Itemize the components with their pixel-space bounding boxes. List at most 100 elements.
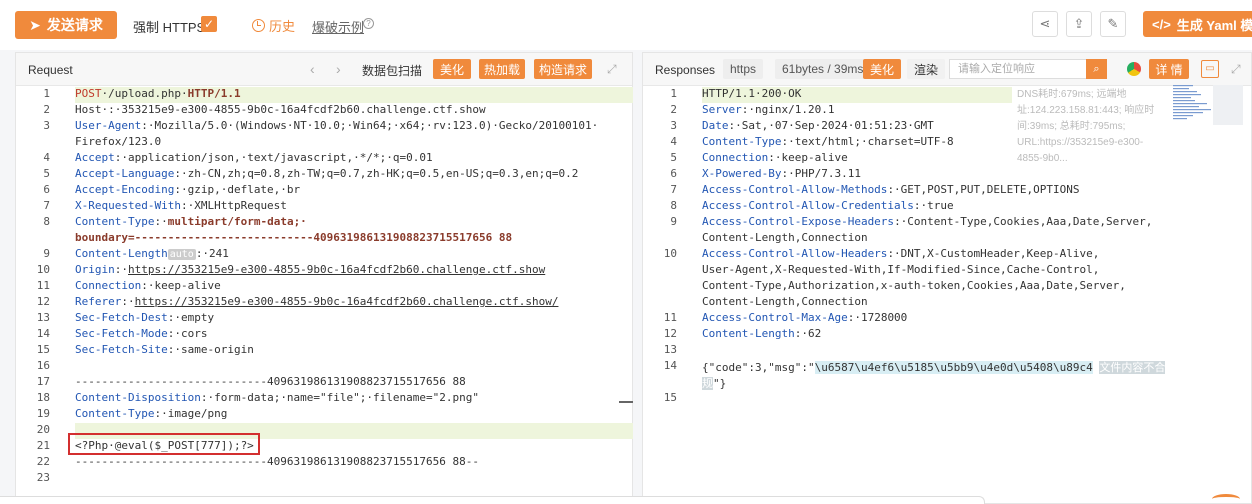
locate-search-input[interactable]: 请输入定位响应 [949,59,1107,79]
code-line: Access-Control-Expose-Headers:·Content-T… [702,215,1153,228]
line-number: 15 [663,391,677,404]
code-line: Accept-Encoding:·gzip,·deflate,·br [75,183,301,196]
line-number: 12 [36,295,50,308]
code-line: X-Requested-With:·XMLHttpRequest [75,199,287,212]
line-number: 8 [670,199,677,212]
force-https-checkbox[interactable]: ✓ [201,16,217,32]
line-number: 11 [36,279,50,292]
code-line: Content-Length,Connection [702,295,868,308]
edit-icon[interactable]: ✎ [1100,11,1126,37]
code-line: X-Powered-By:·PHP/7.3.11 [702,167,861,180]
line-number: 6 [670,167,677,180]
code-line: Host·:·353215e9-e300-4855-9b0c-16a4fcdf2… [75,103,486,116]
code-line: Content-Disposition:·form-data;·name="fi… [75,391,479,404]
line-number: 14 [36,327,50,340]
chrome-icon[interactable] [1127,62,1141,76]
minimap[interactable] [1173,85,1243,125]
send-request-button[interactable]: ➤ 发送请求 [15,11,117,39]
chevron-right-icon[interactable]: › [336,61,341,77]
line-number: 13 [663,343,677,356]
code-line: Content-Type:·text/html;·charset=UTF-8 [702,135,954,148]
line-number: 2 [43,103,50,116]
code-line: boundary=---------------------------4096… [75,231,513,244]
line-number: 1 [670,87,677,100]
highlight-box [68,433,260,455]
hotload-button[interactable]: 热加载 [479,59,525,79]
line-number: 6 [43,183,50,196]
line-number: 5 [670,151,677,164]
help-icon[interactable]: ? [363,18,374,29]
code-line: Server:·nginx/1.20.1 [702,103,835,116]
code-line: Access-Control-Allow-Credentials:·true [702,199,954,212]
code-line: User-Agent:·Mozilla/5.0·(Windows·NT·10.0… [75,119,599,132]
response-info: DNS耗时:679ms; 远端地址:124.223.158.81:443; 响应… [1017,89,1155,164]
code-line: Connection:·keep-alive [702,151,848,164]
top-toolbar: ➤ 发送请求 强制 HTTPS ✓ 历史 爆破示例 ? ⋖ ⇪ ✎ </> 生成… [0,0,1252,50]
response-beautify-button[interactable]: 美化 [863,59,901,79]
code-line: Referer:·https://353215e9-e300-4855-9b0c… [75,295,559,308]
line-number: 7 [670,183,677,196]
generate-yaml-button[interactable]: </> 生成 Yaml 模板 [1143,11,1252,37]
code-line: Access-Control-Allow-Methods:·GET,POST,P… [702,183,1080,196]
mascot-icon [1212,494,1240,504]
line-number: 11 [663,311,677,324]
export-icon[interactable]: ⇪ [1066,11,1092,37]
scroll-marker [619,401,633,403]
search-icon[interactable]: ⌕ [1086,59,1107,79]
details-button[interactable]: 详 情 [1149,59,1189,79]
line-number: 21 [36,439,50,452]
line-number: 3 [43,119,50,132]
force-https-label: 强制 HTTPS [133,20,206,35]
line-number: 15 [36,343,50,356]
chevron-left-icon[interactable]: ‹ [310,61,315,77]
bottom-bar [0,496,985,504]
share-icon[interactable]: ⋖ [1032,11,1058,37]
line-number: 20 [36,423,50,436]
clock-icon [252,19,265,32]
code-line: Accept-Language:·zh-CN,zh;q=0.8,zh-TW;q=… [75,167,579,180]
line-number: 17 [36,375,50,388]
history-button[interactable]: 历史 [252,16,295,35]
code-line: -----------------------------40963198613… [75,375,466,388]
request-beautify-button[interactable]: 美化 [433,59,471,79]
code-line: Content-Type:·image/png [75,407,228,420]
code-line: Content-Length auto:·241 [75,247,229,260]
render-button[interactable]: 渲染 [907,59,946,79]
response-title: Responses [655,63,716,77]
expand-icon[interactable]: ⤢ [607,62,617,77]
line-number: 19 [36,407,50,420]
expand-icon[interactable]: ⤢ [1231,62,1241,77]
line-number: 2 [670,103,677,116]
request-header: Request ‹ › 数据包扫描 美化 热加载 构造请求 ⤢ [16,53,632,86]
code-line: Content-Type:·multipart/form-data;· [75,215,307,228]
line-number: 7 [43,199,50,212]
build-request-button[interactable]: 构造请求 [534,59,592,79]
response-panel: Responses https 61bytes / 39ms 美化 渲染 请输入… [642,52,1252,504]
code-line: Firefox/123.0 [75,135,162,148]
line-number: 5 [43,167,50,180]
line-number: 8 [43,215,50,228]
brute-force-example-link[interactable]: 爆破示例 [312,17,364,36]
code-line: User-Agent,X-Requested-With,If-Modified-… [702,263,1100,276]
line-number: 9 [43,247,50,260]
code-line: Content-Length:·62 [702,327,822,340]
code-line: Date:·Sat,·07·Sep·2024·01:51:23·GMT [702,119,934,132]
packet-scan-button[interactable]: 数据包扫描 [362,62,422,79]
line-number: 12 [663,327,677,340]
line-number: 4 [670,135,677,148]
response-header: Responses https 61bytes / 39ms 美化 渲染 请输入… [643,53,1251,86]
request-panel: Request ‹ › 数据包扫描 美化 热加载 构造请求 ⤢ 1 POST·/u… [15,52,633,504]
code-line: Access-Control-Allow-Headers:·DNT,X-Cust… [702,247,1100,260]
line-number: 10 [36,263,50,276]
comment-icon[interactable]: ▭ [1201,60,1219,78]
line-number: 10 [663,247,677,260]
line-number: 9 [670,215,677,228]
code-line: {"code":3,"msg":"\u6587\u4ef6\u5185\u5bb… [702,361,1166,374]
line-number: 13 [36,311,50,324]
code-line: Access-Control-Max-Age:·1728000 [702,311,908,324]
code-line: Sec-Fetch-Mode:·cors [75,327,208,340]
code-line: Content-Length,Connection [702,231,868,244]
code-line: -----------------------------40963198613… [75,455,479,468]
line-number: 3 [670,119,677,132]
code-line: 规"} [702,377,727,390]
